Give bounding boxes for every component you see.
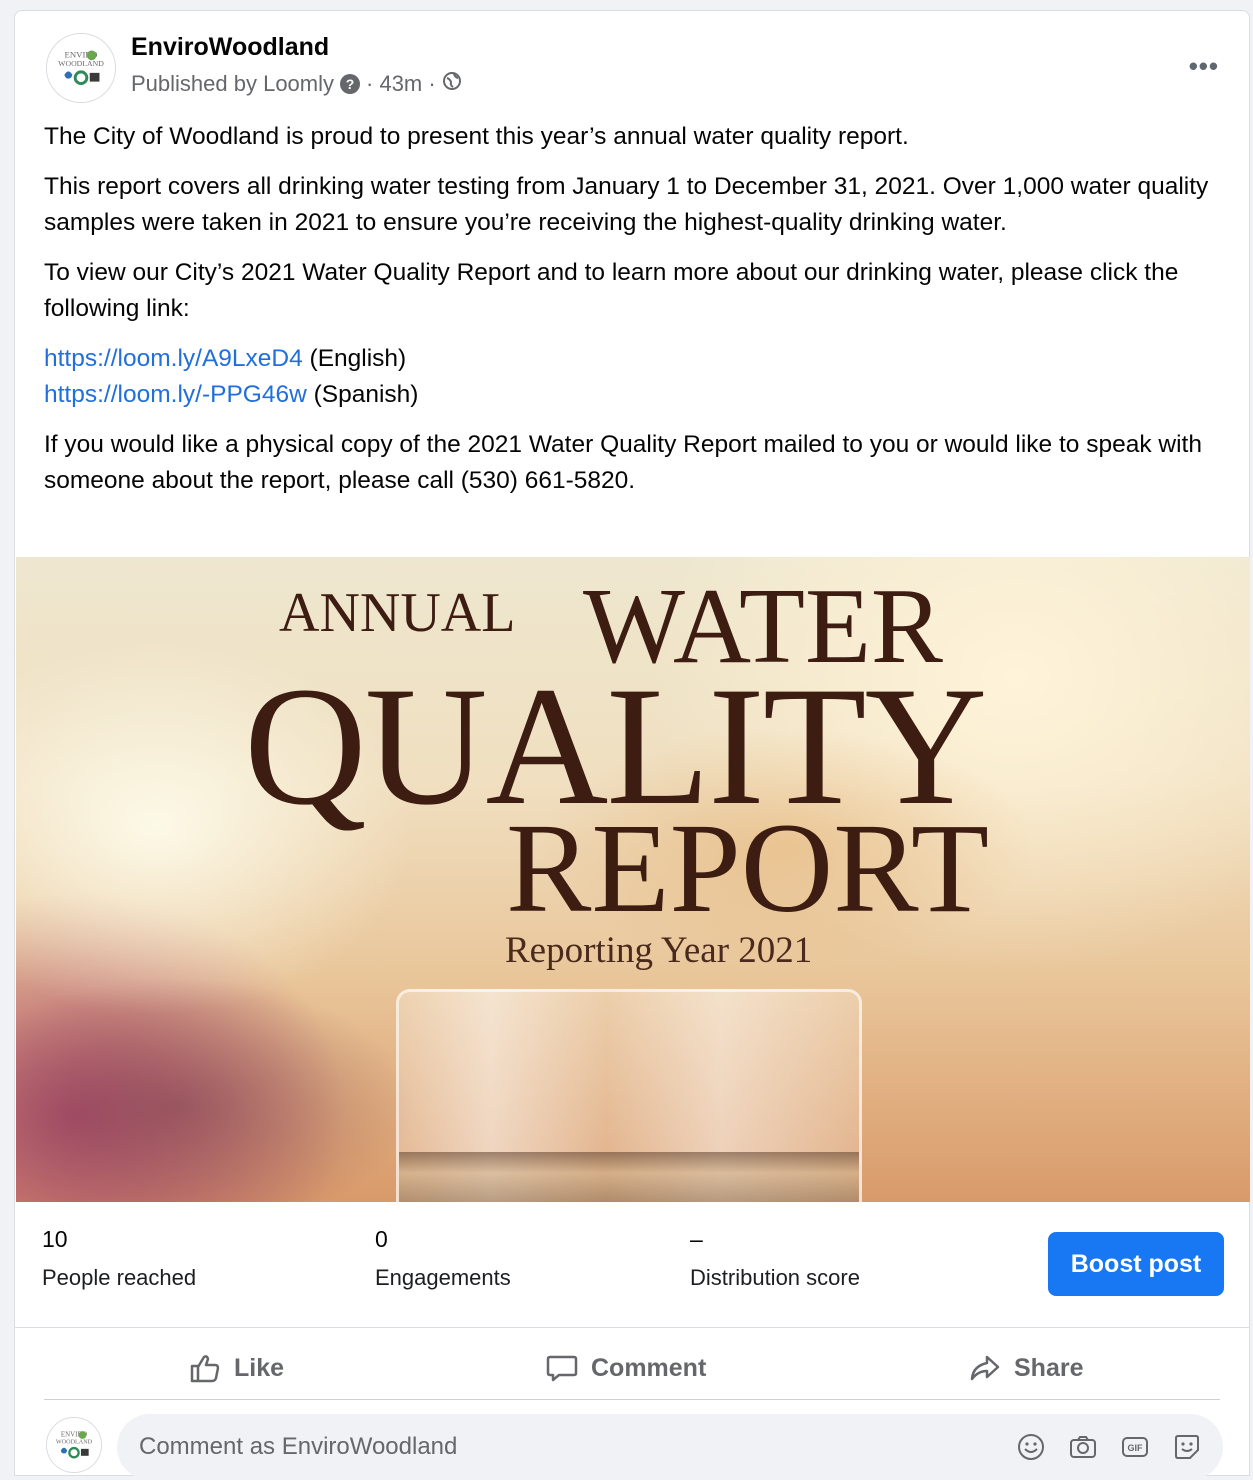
water-glass [396,989,862,1202]
like-button[interactable]: Like [188,1341,284,1395]
link-english-suffix: (English) [302,345,407,372]
divider [44,1399,1220,1400]
post-paragraph: This report covers all drinking water te… [44,173,1209,236]
link-spanish-suffix: (Spanish) [306,381,419,408]
title-annual: ANNUAL [279,582,516,644]
image-blur [16,977,416,1202]
stat-label: People reached [42,1265,197,1290]
post-links: https://loom.ly/A9LxeD4 (English) https:… [44,341,1224,413]
comment-icon [546,1355,578,1382]
link-spanish[interactable]: https://loom.ly/-PPG46w [44,381,307,408]
post-meta: Published by Loomly ? · 43m · [131,71,462,97]
post-paragraph: To view our City’s 2021 Water Quality Re… [44,259,1179,322]
stat-engagements[interactable]: 0 Engagements [375,1226,511,1291]
like-label: Like [234,1353,285,1382]
stat-label: Distribution score [690,1265,860,1290]
envirowoodland-logo: ENVIRO WOODLAND [47,34,115,102]
page-avatar[interactable]: ENVIRO WOODLAND [46,33,116,103]
svg-text:WOODLAND: WOODLAND [56,1439,93,1445]
published-by: Published by Loomly [131,71,335,96]
svg-text:WOODLAND: WOODLAND [58,59,104,68]
comment-input[interactable] [137,1432,1015,1462]
post-card: ENVIRO WOODLAND EnviroWoodland Published… [14,10,1250,1480]
divider [15,1327,1249,1328]
emoji-icon[interactable] [1015,1431,1047,1463]
stat-people-reached[interactable]: 10 People reached [42,1226,196,1291]
comment-composer: GIF [117,1414,1223,1480]
share-button[interactable]: Share [968,1341,1083,1395]
post-paragraph: If you would like a physical copy of the… [44,431,1202,494]
stat-distribution-score[interactable]: – Distribution score [690,1226,860,1291]
page-name[interactable]: EnviroWoodland [131,33,329,62]
more-options-icon[interactable]: ••• [1189,51,1219,82]
stat-value: 0 [375,1226,388,1252]
comment-label: Comment [591,1353,707,1382]
stat-value: 10 [42,1226,68,1252]
post-time[interactable]: · 43m · [366,71,436,97]
comment-tools: GIF [1015,1431,1203,1463]
commenter-avatar[interactable]: ENVIRO WOODLAND [46,1417,102,1473]
title-year: Reporting Year 2021 [505,930,813,971]
camera-icon[interactable] [1067,1431,1099,1463]
svg-text:GIF: GIF [1128,1443,1144,1453]
globe-icon [442,71,462,97]
title-report: REPORT [506,797,990,939]
boost-post-button[interactable]: Boost post [1048,1232,1224,1296]
envirowoodland-logo: ENVIRO WOODLAND [47,1418,101,1472]
action-bar: Like Comment Share [15,1341,1249,1395]
gif-icon[interactable]: GIF [1119,1431,1151,1463]
stat-label: Engagements [375,1265,511,1290]
post-text: The City of Woodland is proud to present… [44,119,1224,513]
post-image[interactable]: ANNUAL WATER QUALITY REPORT Reporting Ye… [16,557,1250,1202]
stat-value: – [690,1226,703,1252]
thumbs-up-icon [190,1355,220,1383]
sticker-icon[interactable] [1171,1431,1203,1463]
share-icon [970,1355,1000,1381]
comment-button[interactable]: Comment [545,1341,706,1395]
post-paragraph: The City of Woodland is proud to present… [44,123,909,150]
share-label: Share [1014,1353,1084,1382]
help-icon[interactable]: ? [340,74,361,94]
link-english[interactable]: https://loom.ly/A9LxeD4 [44,345,303,372]
